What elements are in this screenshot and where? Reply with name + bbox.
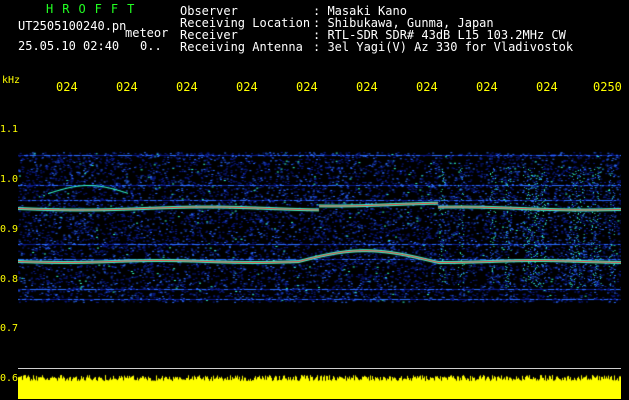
y-tick-0-7: 0.7 [0,323,19,334]
time-tick-10: 0250 [593,80,622,94]
brand-title: HROFFT [46,2,144,16]
time-tick-5: 024 [296,80,318,94]
time-tick-3: 024 [176,80,198,94]
time-tick-1: 024 [56,80,78,94]
y-tick-1-0: 1.0 [0,174,19,185]
time-tick-8: 024 [476,80,498,94]
time-tick-7: 024 [416,80,438,94]
spectrogram-waterfall [18,97,621,399]
y-tick-0-6: 0.6 [0,373,19,384]
time-tick-9: 024 [536,80,558,94]
datetime: 25.05.10 02:40 [18,39,120,53]
count-value: 0.. [140,39,162,53]
mode-label: meteor [125,26,169,40]
y-tick-0-8: 0.8 [0,274,19,285]
antenna-value: : 3el Yagi(V) Az 330 for Vladivostok [313,40,574,54]
time-tick-4: 024 [236,80,258,94]
reference-line [18,368,621,369]
frequency-unit: kHz [2,75,21,86]
y-tick-1-1: 1.1 [0,124,19,135]
time-tick-2: 024 [116,80,138,94]
y-tick-0-9: 0.9 [0,224,19,235]
antenna-label: Receiving Antenna [180,40,303,54]
file-name: UT2505100240.pn [18,19,127,33]
time-tick-6: 024 [356,80,378,94]
